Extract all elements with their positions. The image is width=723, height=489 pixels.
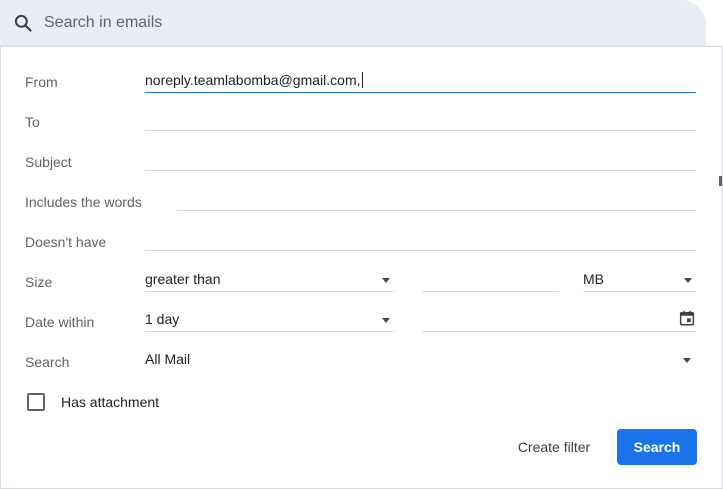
- search-scope-label: Search: [25, 354, 70, 370]
- date-field[interactable]: [422, 309, 696, 332]
- search-bar[interactable]: Search in emails: [0, 0, 706, 46]
- create-filter-button[interactable]: Create filter: [506, 431, 602, 463]
- size-label: Size: [25, 274, 53, 290]
- date-range-value: 1 day: [145, 311, 180, 327]
- has-attachment-label[interactable]: Has attachment: [61, 394, 159, 410]
- date-within-label: Date within: [25, 314, 95, 330]
- to-label: To: [25, 114, 40, 130]
- size-unit-select[interactable]: MB: [583, 271, 696, 292]
- date-range-select[interactable]: 1 day: [145, 311, 396, 332]
- doesnt-have-label: Doesn't have: [25, 234, 107, 250]
- chevron-down-icon: [382, 318, 390, 323]
- size-unit-value: MB: [583, 271, 604, 287]
- to-field[interactable]: [145, 110, 696, 131]
- has-attachment-checkbox[interactable]: [27, 393, 45, 411]
- search-scope-select[interactable]: All Mail: [145, 351, 696, 371]
- from-label: From: [25, 74, 58, 90]
- size-comparator-select[interactable]: greater than: [145, 271, 396, 292]
- from-value: noreply.teamlabomba@gmail.com,: [145, 72, 361, 88]
- subject-field[interactable]: [145, 150, 696, 171]
- size-comparator-value: greater than: [145, 271, 221, 287]
- calendar-icon[interactable]: [678, 309, 696, 327]
- search-scope-value: All Mail: [145, 351, 191, 367]
- scrollbar-tick: [719, 176, 722, 186]
- chevron-down-icon: [684, 278, 692, 283]
- chevron-down-icon: [382, 278, 390, 283]
- includes-field[interactable]: [177, 190, 696, 211]
- search-placeholder[interactable]: Search in emails: [44, 14, 162, 32]
- chevron-down-icon: [683, 358, 691, 363]
- includes-label: Includes the words: [25, 194, 142, 210]
- subject-label: Subject: [25, 154, 72, 170]
- doesnt-have-field[interactable]: [145, 230, 696, 251]
- search-button[interactable]: Search: [617, 429, 697, 465]
- from-field[interactable]: noreply.teamlabomba@gmail.com,: [145, 72, 696, 93]
- text-caret: [361, 72, 363, 88]
- size-value-field[interactable]: [422, 271, 559, 292]
- search-icon[interactable]: [13, 13, 33, 33]
